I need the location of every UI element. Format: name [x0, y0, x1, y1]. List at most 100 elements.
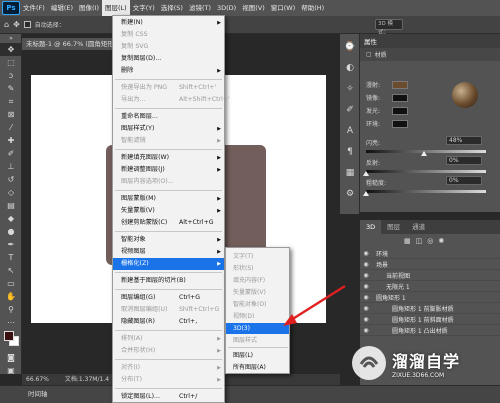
slider-value-input[interactable]: 0% [446, 156, 482, 165]
type-tool-icon[interactable]: T [0, 251, 22, 264]
slider-knob[interactable] [363, 191, 369, 196]
foreground-color[interactable] [4, 331, 14, 341]
menu-item[interactable]: 分布(T) ▶ [113, 374, 224, 386]
visibility-eye-icon[interactable]: ◉ [360, 250, 372, 257]
menu-item[interactable]: 锁定图层(L)... Ctrl+/ [113, 391, 224, 403]
visibility-eye-icon[interactable]: ◉ [360, 327, 372, 334]
menu-item[interactable]: 帮助(H) [298, 0, 327, 16]
visibility-eye-icon[interactable]: ◉ [360, 294, 372, 301]
visibility-eye-icon[interactable]: ◉ [360, 305, 372, 312]
menu-item[interactable]: 图层编组(G) Ctrl+G [113, 292, 224, 304]
dodge-tool-icon[interactable]: ● [0, 225, 22, 238]
menu-item[interactable]: 图层内容选项(O)... [113, 176, 224, 188]
collapse-icon[interactable]: » [0, 34, 22, 43]
material-subtab[interactable]: ▢ 材质 [360, 48, 500, 61]
menu-item[interactable]: 窗口(W) [268, 0, 299, 16]
menu-item[interactable]: 快速导出为 PNG Shift+Ctrl+' [113, 82, 224, 94]
menu-item[interactable]: 取消图层编组(U) Shift+Ctrl+G [113, 304, 224, 316]
menu-item[interactable]: 新建填充图层(W) ▶ [113, 152, 224, 164]
shape-tool-icon[interactable]: ▭ [0, 277, 22, 290]
frame-tool-icon[interactable]: ⊠ [0, 108, 22, 121]
menu-item[interactable]: 图层(L) [102, 0, 130, 16]
marquee-tool-icon[interactable]: ⬚ [0, 56, 22, 69]
settings-icon[interactable]: ⚙ [340, 186, 360, 202]
visibility-eye-icon[interactable]: ◉ [360, 283, 372, 290]
healing-brush-icon[interactable]: ✚ [0, 134, 22, 147]
quick-mask-icon[interactable]: ◙ [0, 351, 22, 364]
menu-item[interactable]: 复制图层(D)... [113, 53, 224, 65]
menu-item[interactable]: 栅格化(Z) ▶ [113, 258, 224, 270]
menu-item[interactable]: 复制 SVG [113, 41, 224, 53]
submenu-item[interactable]: 文字(T) [226, 251, 289, 262]
menu-item[interactable]: 隐藏图层(R) Ctrl+, [113, 316, 224, 328]
layer-row[interactable]: ◉ 圆角矩形 1 凸出材质 [360, 325, 500, 336]
menu-item[interactable]: 新建基于图层的切片(B) [113, 275, 224, 287]
timeline-tab[interactable]: 时间轴 [28, 386, 48, 403]
menu-item[interactable]: 合并形状(H) ▶ [113, 345, 224, 357]
menu-item[interactable]: 文字(Y) [130, 0, 158, 16]
slider-track[interactable] [366, 190, 486, 193]
menu-item[interactable]: 矢量蒙版(V) ▶ [113, 205, 224, 217]
filter-material-icon[interactable]: ◎ [427, 237, 433, 245]
submenu-item[interactable]: 图层(L) [226, 350, 289, 361]
menu-item[interactable]: 图层蒙版(M) ▶ [113, 193, 224, 205]
gradient-tool-icon[interactable]: ▤ [0, 199, 22, 212]
brush-settings-icon[interactable]: ✐ [340, 102, 360, 118]
more-tools-icon[interactable]: ⋯ [0, 316, 22, 329]
visibility-eye-icon[interactable]: ◉ [360, 272, 372, 279]
history-icon[interactable]: ⌚ [340, 39, 360, 55]
layer-row[interactable]: ◉ 圆角矩形 1 前膨胀材质 [360, 303, 500, 314]
slider-value-input[interactable]: 48% [446, 136, 482, 145]
filter-mesh-icon[interactable]: ◫ [416, 237, 423, 245]
layer-row[interactable]: ◉ 圆角矩形 1 [360, 292, 500, 303]
panel-tab[interactable]: 图层 [381, 220, 406, 234]
submenu-item[interactable]: 智能对象(O) [226, 299, 289, 310]
visibility-eye-icon[interactable]: ◉ [360, 316, 372, 323]
menu-item[interactable]: 创建剪贴蒙版(C) Alt+Ctrl+G [113, 217, 224, 229]
material-swatch[interactable] [392, 93, 408, 102]
submenu-item[interactable]: 填充内容(F) [226, 275, 289, 286]
paths-icon[interactable]: ✧ [340, 81, 360, 97]
menu-item[interactable]: 图像(I) [76, 0, 102, 16]
submenu-item[interactable]: 所有图层(A) [226, 362, 289, 373]
menu-item[interactable]: 文件(F) [20, 0, 48, 16]
slider-value-input[interactable]: 0% [446, 176, 482, 185]
color-swatches[interactable] [0, 329, 21, 351]
menu-item[interactable]: 智能对象 ▶ [113, 234, 224, 246]
submenu-item[interactable]: 图层样式 [226, 335, 289, 346]
submenu-item[interactable]: 矢量蒙版(V) [226, 287, 289, 298]
visibility-eye-icon[interactable]: ◉ [360, 261, 372, 268]
history-brush-icon[interactable]: ↺ [0, 173, 22, 186]
brush-tool-icon[interactable]: ✐ [0, 147, 22, 160]
crop-tool-icon[interactable]: ⌗ [0, 95, 22, 108]
menu-item[interactable]: 对齐(I) ▶ [113, 362, 224, 374]
eraser-icon[interactable]: ◇ [0, 186, 22, 199]
layer-row[interactable]: ◉ 圆角矩形 1 前斜面材质 [360, 314, 500, 325]
path-select-icon[interactable]: ↖ [0, 264, 22, 277]
zoom-level[interactable]: 66.67% [26, 374, 49, 385]
layer-row[interactable]: ◉ 场景 [360, 259, 500, 270]
menu-item[interactable]: 视图(V) [239, 0, 268, 16]
character-icon[interactable]: A [340, 123, 360, 139]
lasso-tool-icon[interactable]: ↄ [0, 69, 22, 82]
filter-scene-icon[interactable]: ▦ [404, 237, 411, 245]
menu-item[interactable]: 重命名图层... [113, 111, 224, 123]
zoom-tool-icon[interactable]: ⚲ [0, 303, 22, 316]
layer-row[interactable]: ◉ 环境 [360, 248, 500, 259]
submenu-item[interactable]: 3D(3) [226, 323, 289, 334]
swatch-icon[interactable]: ▦ [340, 165, 360, 181]
hand-tool-icon[interactable]: ✋ [0, 290, 22, 303]
screen-mode-icon[interactable]: ▣ [0, 364, 22, 377]
material-swatch[interactable] [392, 106, 408, 115]
menu-item[interactable]: 选择(S) [158, 0, 186, 16]
blur-tool-icon[interactable]: ◆ [0, 212, 22, 225]
slider-knob[interactable] [420, 151, 427, 156]
auto-select-checkbox[interactable] [23, 21, 31, 28]
slider-track[interactable] [366, 170, 486, 173]
slider-knob[interactable] [363, 171, 369, 176]
pen-tool-icon[interactable]: ✒ [0, 238, 22, 251]
menu-item[interactable]: 编辑(E) [48, 0, 76, 16]
submenu-item[interactable]: 视频(D) [226, 311, 289, 322]
panel-tab[interactable]: 3D [360, 220, 382, 234]
menu-item[interactable]: 智能滤镜 ▶ [113, 135, 224, 147]
